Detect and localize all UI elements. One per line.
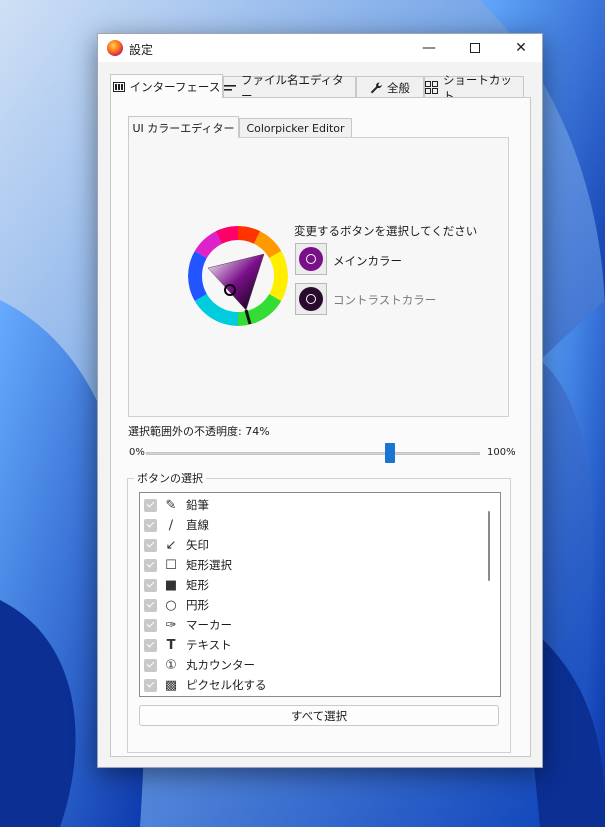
maximize-icon (470, 43, 480, 53)
list-item[interactable]: ✎ 鉛筆 (144, 495, 479, 515)
main-color-swatch (299, 247, 323, 271)
group-title: ボタンの選択 (134, 470, 206, 486)
counter-icon: ① (165, 657, 177, 673)
close-button[interactable]: ✕ (498, 34, 544, 62)
list-item[interactable]: ☐ 矩形選択 (144, 555, 479, 575)
contrast-color-swatch (299, 287, 323, 311)
title-bar: 設定 — ✕ (98, 34, 542, 62)
opacity-slider-thumb[interactable] (385, 443, 395, 463)
tab-label: インターフェース (129, 79, 221, 94)
checkbox[interactable] (144, 518, 157, 532)
subtab-colorpicker-editor[interactable]: Colorpicker Editor (239, 118, 352, 138)
app-logo-icon (107, 40, 123, 56)
tab-interface[interactable]: インターフェース (110, 74, 223, 98)
ring-icon (306, 294, 316, 304)
window-title: 設定 (129, 43, 154, 57)
maximize-button[interactable] (452, 34, 498, 62)
pixelate-icon: ▩ (164, 677, 178, 693)
list-item[interactable]: ∕ 直線 (144, 515, 479, 535)
ring-icon (306, 254, 316, 264)
item-label: 矢印 (186, 538, 209, 552)
minimize-icon: — (422, 40, 436, 56)
interface-icon (112, 81, 125, 92)
subtab-label: Colorpicker Editor (246, 122, 345, 135)
list-item[interactable]: T テキスト (144, 635, 479, 655)
item-label: 円形 (186, 598, 209, 612)
tab-filename-editor[interactable]: ファイル名エディター (223, 73, 356, 103)
rect-select-icon: ☐ (165, 557, 177, 573)
checkbox[interactable] (144, 538, 157, 552)
pencil-icon: ✎ (165, 497, 177, 513)
list-scrollbar[interactable] (488, 511, 490, 581)
color-wheel[interactable] (188, 226, 288, 326)
marker-icon: ✑ (165, 617, 177, 633)
checkbox[interactable] (144, 638, 157, 652)
line-icon: ∕ (168, 517, 174, 533)
list-item[interactable]: ↙ 矢印 (144, 535, 479, 555)
tab-general[interactable]: 全般 (356, 76, 424, 98)
tab-shortcuts[interactable]: ショートカット (424, 73, 524, 103)
item-label: テキスト (186, 638, 232, 652)
item-label: 丸カウンター (186, 658, 255, 672)
list-item[interactable]: ■ 矩形 (144, 575, 479, 595)
text-icon: T (166, 637, 176, 653)
grid-icon (425, 81, 438, 94)
filename-icon (224, 84, 236, 91)
item-label: 鉛筆 (186, 498, 209, 512)
minimize-button[interactable]: — (406, 34, 452, 62)
list-item[interactable]: ▩ ピクセル化する (144, 675, 479, 695)
opacity-slider-track[interactable] (146, 452, 480, 455)
checkbox[interactable] (144, 558, 157, 572)
item-label: 直線 (186, 518, 209, 532)
opacity-label: 選択範囲外の不透明度: 74% (128, 425, 270, 438)
checkbox[interactable] (144, 678, 157, 692)
item-label: ピクセル化する (186, 678, 267, 692)
main-color-button[interactable] (295, 243, 327, 275)
main-color-label: メインカラー (333, 254, 402, 268)
slider-min-label: 0% (129, 447, 145, 458)
tab-label: 全般 (387, 80, 410, 95)
list-item[interactable]: ① 丸カウンター (144, 655, 479, 675)
list-item[interactable]: ✑ マーカー (144, 615, 479, 635)
select-all-button[interactable]: すべて選択 (139, 705, 499, 726)
slider-max-label: 100% (487, 447, 516, 458)
contrast-color-label: コントラストカラー (333, 293, 437, 307)
select-button-prompt: 変更するボタンを選択してください (294, 224, 478, 238)
checkbox[interactable] (144, 598, 157, 612)
subtab-ui-color-editor[interactable]: UI カラーエディター (128, 116, 239, 138)
contrast-color-button[interactable] (295, 283, 327, 315)
tool-button-list: ✎ 鉛筆 ∕ 直線 ↙ 矢印 ☐ 矩形選択 ■ 矩形 ○ 円形 ✑ マーカー T… (139, 492, 501, 697)
arrow-icon: ↙ (165, 537, 177, 553)
checkbox[interactable] (144, 498, 157, 512)
item-label: 矩形選択 (186, 558, 232, 572)
checkbox[interactable] (144, 658, 157, 672)
wrench-icon (370, 81, 382, 93)
list-item[interactable]: ○ 円形 (144, 595, 479, 615)
color-editor-panel (128, 137, 509, 417)
settings-window: 設定 — ✕ インターフェース ファイル名エディター 全般 ショートカット UI… (97, 33, 543, 768)
subtab-label: UI カラーエディター (132, 121, 235, 135)
item-label: マーカー (186, 618, 232, 632)
close-icon: ✕ (515, 40, 527, 56)
checkbox[interactable] (144, 618, 157, 632)
circle-icon: ○ (165, 597, 177, 613)
rect-filled-icon: ■ (164, 577, 178, 593)
item-label: 矩形 (186, 578, 209, 592)
checkbox[interactable] (144, 578, 157, 592)
